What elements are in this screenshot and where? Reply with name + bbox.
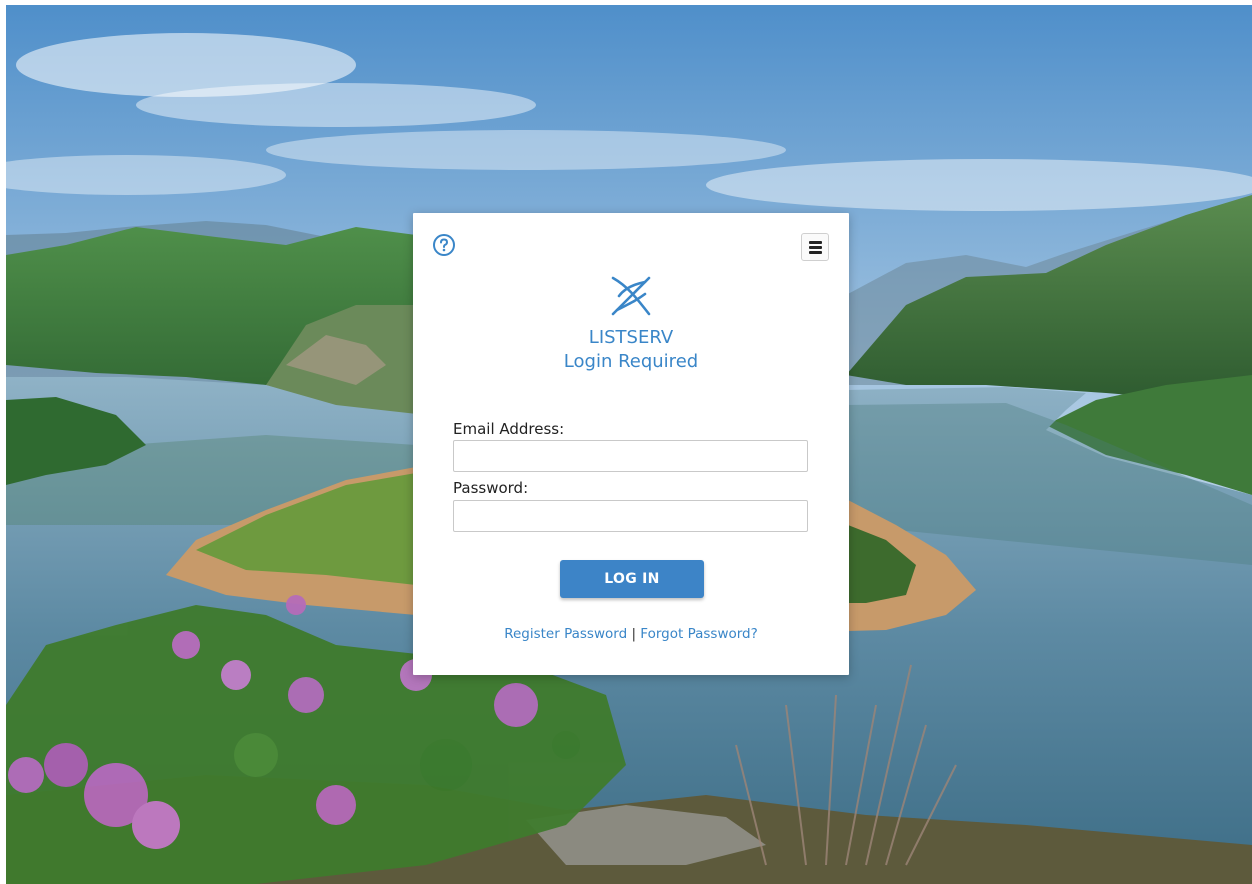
account-links: Register Password | Forgot Password? <box>413 626 849 642</box>
password-field[interactable] <box>453 500 808 532</box>
hamburger-menu-icon[interactable] <box>801 233 829 261</box>
menu-bar <box>809 251 822 254</box>
menu-bar <box>809 241 822 244</box>
brand-name: LISTSERV <box>588 327 674 348</box>
login-dialog: LISTSERV Login Required Email Address: P… <box>413 213 849 675</box>
menu-bar <box>809 246 822 249</box>
login-button[interactable]: LOG IN <box>560 560 704 598</box>
help-icon[interactable] <box>432 233 456 257</box>
brand-heading: LISTSERV Login Required <box>413 326 849 374</box>
login-required-title: Login Required <box>563 351 699 372</box>
listserv-logo-icon <box>605 270 657 322</box>
password-label: Password: <box>453 479 529 497</box>
login-page: LISTSERV Login Required Email Address: P… <box>6 5 1252 884</box>
email-label: Email Address: <box>453 420 565 438</box>
register-password-link[interactable]: Register Password <box>504 626 627 642</box>
link-separator: | <box>631 626 636 642</box>
email-field[interactable] <box>453 440 808 472</box>
forgot-password-link[interactable]: Forgot Password? <box>640 626 758 642</box>
